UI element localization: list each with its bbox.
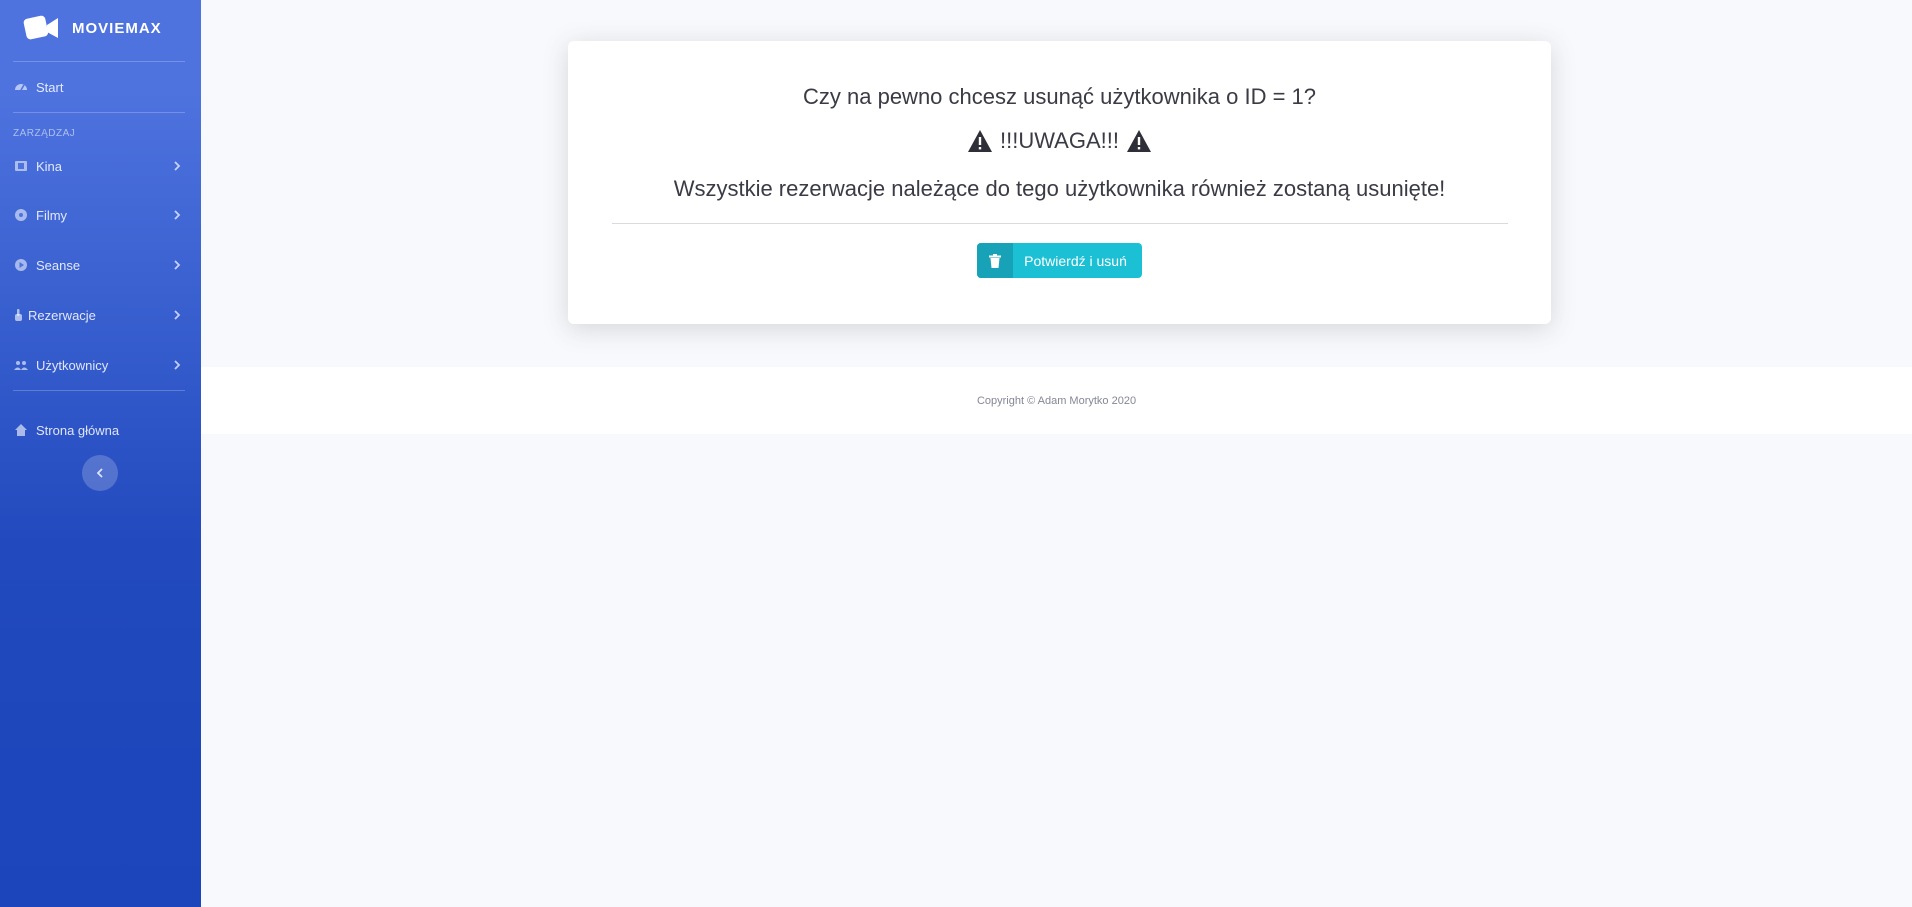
sidebar-item-start[interactable]: Start [0, 75, 201, 99]
sidebar-heading: ZARZĄDZAJ [13, 128, 76, 139]
disc-icon [14, 208, 28, 222]
home-icon [14, 423, 28, 437]
sidebar-item-label: Użytkownicy [36, 357, 109, 373]
sidebar-item-label: Filmy [36, 207, 68, 223]
hand-pointer-icon [14, 308, 22, 322]
film-icon [14, 159, 28, 173]
sidebar-item-strona-glowna[interactable]: Strona główna [0, 418, 201, 442]
brand[interactable]: MOVIEMAX [23, 14, 162, 42]
warning-text: !!!UWAGA!!! [1000, 128, 1119, 153]
sidebar-divider [13, 390, 185, 391]
exclamation-triangle-icon [968, 130, 992, 152]
sidebar-item-rezerwacje[interactable]: Rezerwacje [0, 303, 201, 327]
copyright-text: Copyright © Adam Morytko 2020 [976, 394, 1137, 407]
exclamation-triangle-icon [1126, 130, 1151, 152]
sidebar: MOVIEMAX Start ZARZĄDZAJ Kina Filmy Sean… [0, 0, 201, 907]
card-divider [612, 223, 1508, 224]
confirm-question: Czy na pewno chcesz usunąć użytkownika o… [803, 84, 1316, 109]
sidebar-item-label: Seanse [36, 257, 81, 273]
play-circle-icon [14, 258, 28, 272]
users-icon [14, 358, 28, 372]
sidebar-item-filmy[interactable]: Filmy [0, 203, 201, 227]
sidebar-item-label: Rezerwacje [28, 307, 96, 323]
footer: Copyright © Adam Morytko 2020 [201, 367, 1912, 434]
sidebar-divider [13, 61, 185, 62]
chevron-right-icon [174, 210, 181, 220]
warning-message: Wszystkie rezerwacje należące do tego uż… [673, 176, 1446, 201]
sidebar-divider [13, 112, 185, 113]
chevron-left-icon [96, 468, 103, 478]
sidebar-item-seanse[interactable]: Seanse [0, 253, 201, 277]
warning-line: !!!UWAGA!!! [568, 128, 1551, 154]
sidebar-toggle-button[interactable] [82, 455, 118, 491]
sidebar-item-label: Start [36, 79, 64, 95]
video-camera-icon [23, 14, 60, 42]
confirm-delete-card: Czy na pewno chcesz usunąć użytkownika o… [568, 41, 1551, 324]
chevron-right-icon [174, 161, 181, 171]
chevron-right-icon [174, 360, 181, 370]
sidebar-item-uzytkownicy[interactable]: Użytkownicy [0, 353, 201, 377]
sidebar-item-kina[interactable]: Kina [0, 154, 201, 178]
brand-name: MOVIEMAX [72, 19, 162, 37]
sidebar-item-label: Strona główna [36, 422, 120, 438]
confirm-delete-label: Potwierdź i usuń [1024, 252, 1127, 269]
tachometer-icon [14, 80, 28, 94]
chevron-right-icon [174, 260, 181, 270]
confirm-delete-button[interactable]: Potwierdź i usuń [977, 243, 1142, 278]
trash-icon [977, 243, 1013, 278]
sidebar-item-label: Kina [36, 158, 63, 174]
chevron-right-icon [174, 310, 181, 320]
